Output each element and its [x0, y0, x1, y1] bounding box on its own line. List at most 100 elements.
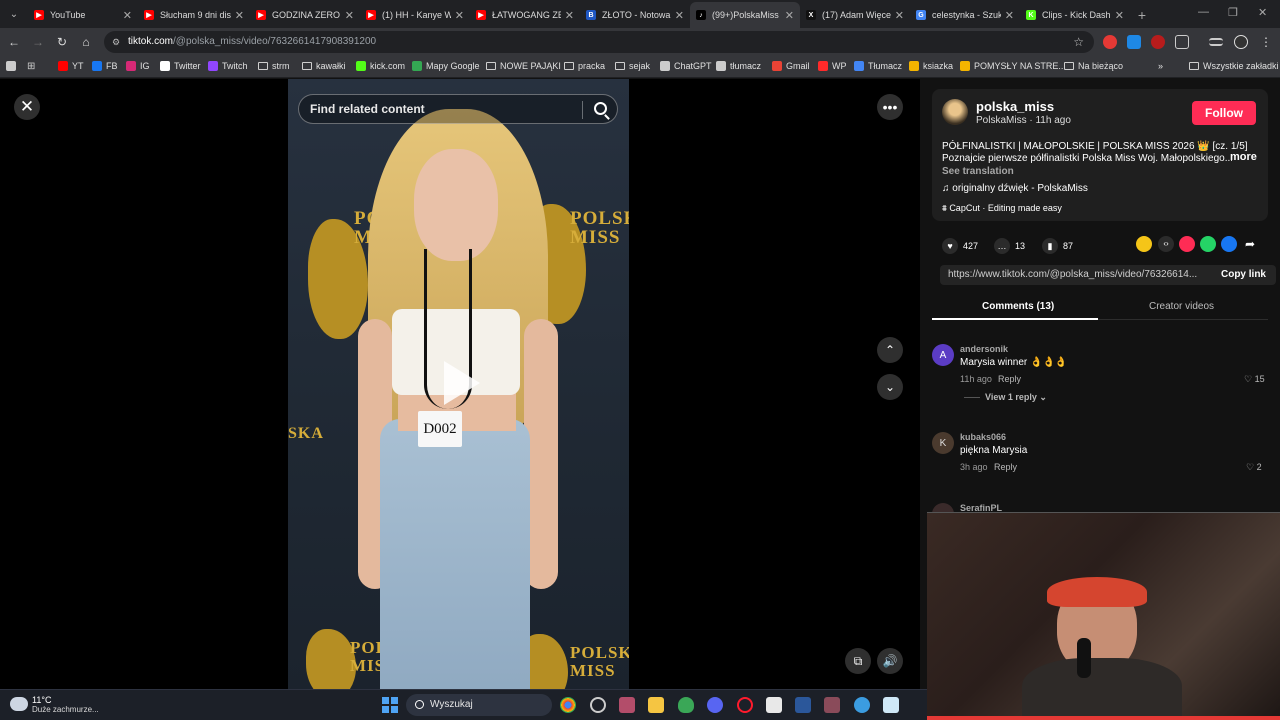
browser-tab[interactable]: ▶ Słucham 9 dni dis ✕ [138, 2, 250, 28]
sound-link[interactable]: ♫ originalny dźwięk - PolskaMiss [942, 183, 1088, 194]
bookmark-item[interactable]: pracka [564, 61, 605, 71]
chrome-app-icon[interactable] [560, 697, 576, 713]
bookmark-item[interactable]: strm [258, 61, 290, 71]
site-info-icon[interactable]: ⚙ [112, 31, 120, 53]
address-bar[interactable]: ⚙ tiktok.com/@polska_miss/video/76326614… [104, 31, 1094, 53]
bookmark-item[interactable]: Mapy Google [412, 61, 480, 71]
volume-icon[interactable]: 🔊 [877, 648, 903, 674]
close-window-icon[interactable]: ✕ [1258, 6, 1267, 19]
minimize-icon[interactable]: — [1198, 6, 1209, 18]
chevron-down-icon[interactable]: ⌄ [877, 374, 903, 400]
bookmark-item[interactable]: Twitch [208, 61, 248, 71]
close-icon[interactable]: ✕ [14, 94, 40, 120]
tab-close-icon[interactable]: ✕ [565, 9, 574, 22]
tab-close-icon[interactable]: ✕ [895, 9, 904, 22]
follow-button[interactable]: Follow [1192, 101, 1256, 125]
taskbar-search[interactable]: Wyszukaj [406, 694, 552, 716]
all-bookmarks-folder[interactable]: Wszystkie zakładki [1189, 61, 1279, 71]
tab-close-icon[interactable]: ✕ [785, 9, 794, 22]
browser-tab[interactable]: X (17) Adam Więcel ✕ [800, 2, 910, 28]
browser-tab[interactable]: B ZŁOTO - Notowan ✕ [580, 2, 690, 28]
weather-description[interactable]: Duże zachmurze... [32, 705, 99, 714]
search-icon[interactable] [594, 102, 607, 115]
bookmark-item[interactable]: FB [92, 61, 118, 71]
obs-app-icon[interactable] [590, 697, 606, 713]
tab-close-icon[interactable]: ✕ [1115, 9, 1124, 22]
photo-app-icon[interactable] [619, 697, 635, 713]
bookmark-item[interactable]: kawałki [302, 61, 346, 71]
profile-avatar-icon[interactable] [1234, 35, 1248, 49]
notepad-app-icon[interactable] [883, 697, 899, 713]
find-related-search[interactable]: Find related content [298, 94, 618, 124]
browser-tab[interactable]: Gcelestynka - Szuk ✕ [910, 2, 1020, 28]
tab-close-icon[interactable]: ✕ [123, 9, 132, 22]
capcut-link[interactable]: ⩩ CapCut · Editing made easy [942, 203, 1062, 214]
weather-cloud-icon[interactable] [10, 697, 28, 711]
bookmark-item[interactable]: WP [818, 61, 847, 71]
send-to-friends-icon[interactable] [1179, 236, 1195, 252]
bookmark-item[interactable]: sejak [615, 61, 650, 71]
embed-code-icon[interactable]: ‹› [1158, 236, 1174, 252]
share-repost-icon[interactable] [1136, 236, 1152, 252]
new-tab-button[interactable]: + [1130, 2, 1154, 28]
capcut-app-icon[interactable] [766, 697, 782, 713]
chevron-up-icon[interactable]: ⌃ [877, 337, 903, 363]
copy-link-button[interactable]: Copy link [1221, 265, 1266, 285]
tab-creator-videos[interactable]: Creator videos [1149, 301, 1214, 312]
picture-in-picture-icon[interactable]: ⧉ [845, 648, 871, 674]
reading-list-icon[interactable] [1209, 38, 1223, 46]
bookmark-item[interactable]: NOWE PAJĄKI [486, 61, 561, 71]
tab-close-icon[interactable]: ✕ [345, 9, 354, 22]
browser-tab[interactable]: ▶ GODZINA ZERO # ✕ [250, 2, 360, 28]
save-button[interactable]: ▮ 87 [1042, 238, 1073, 254]
reload-icon[interactable]: ↻ [54, 34, 70, 50]
bookmark-item[interactable]: tłumacz [716, 61, 761, 71]
whatsapp-icon[interactable] [1200, 236, 1216, 252]
more-options-icon[interactable]: ••• [877, 94, 903, 120]
bookmark-item[interactable]: IG [126, 61, 150, 71]
bookmarks-overflow-button[interactable]: » [1158, 61, 1163, 71]
discord-app-icon[interactable] [707, 697, 723, 713]
browser-tab[interactable]: ▶ ŁATWOGANG ZE ✕ [470, 2, 580, 28]
view-replies-button[interactable]: View 1 reply ⌄ [985, 392, 1047, 403]
creator-avatar[interactable] [942, 99, 968, 125]
tab-search-button[interactable]: ⌄ [0, 0, 28, 28]
comment-username[interactable]: andersonik [960, 344, 1008, 354]
comment-like-button[interactable]: ♡ 2 [1246, 462, 1264, 473]
bookmark-star-icon[interactable]: ☆ [1073, 31, 1084, 53]
bookmark-item[interactable]: Gmail [772, 61, 810, 71]
bookmark-item[interactable]: POMYSŁY NA STRE... [960, 61, 1066, 71]
shield-app-icon[interactable] [678, 697, 694, 713]
facebook-icon[interactable] [1221, 236, 1237, 252]
see-translation-link[interactable]: See translation [942, 166, 1014, 177]
menu-kebab-icon[interactable]: ⋮ [1258, 34, 1274, 50]
tab-close-icon[interactable]: ✕ [1005, 9, 1014, 22]
opera-app-icon[interactable] [737, 697, 753, 713]
cloud-app-icon[interactable] [854, 697, 870, 713]
like-button[interactable]: ♥ 427 [942, 238, 978, 254]
adblock-extension-icon[interactable] [1151, 35, 1165, 49]
image-app-icon[interactable] [824, 697, 840, 713]
comment-like-button[interactable]: ♡ 15 [1244, 374, 1265, 385]
maximize-icon[interactable]: ❐ [1228, 6, 1238, 19]
creator-username[interactable]: polska_miss [976, 99, 1054, 114]
bookmark-tab-icon[interactable] [6, 61, 20, 71]
comment-button[interactable]: … 13 [994, 238, 1025, 254]
weather-temperature[interactable]: 11°C [32, 695, 51, 705]
comment-avatar[interactable]: A [932, 344, 954, 366]
file-explorer-icon[interactable] [648, 697, 664, 713]
comment-reply-button[interactable]: Reply [994, 462, 1017, 472]
bookmark-item[interactable]: kick.com [356, 61, 405, 71]
play-icon[interactable] [444, 361, 480, 405]
tab-close-icon[interactable]: ✕ [235, 9, 244, 22]
share-arrow-icon[interactable]: ➦ [1242, 236, 1258, 252]
bookmark-item[interactable]: Twitter [160, 61, 201, 71]
bookmark-item[interactable]: Na bieżąco [1064, 61, 1123, 71]
comment-username[interactable]: kubaks066 [960, 432, 1006, 442]
browser-tab[interactable]: ▶ YouTube ✕ [28, 2, 138, 28]
comment-avatar[interactable]: K [932, 432, 954, 454]
comment-reply-button[interactable]: Reply [998, 374, 1021, 384]
record-extension-icon[interactable] [1103, 35, 1117, 49]
apps-grid-icon[interactable]: ⊞ [27, 61, 35, 72]
tab-close-icon[interactable]: ✕ [675, 9, 684, 22]
